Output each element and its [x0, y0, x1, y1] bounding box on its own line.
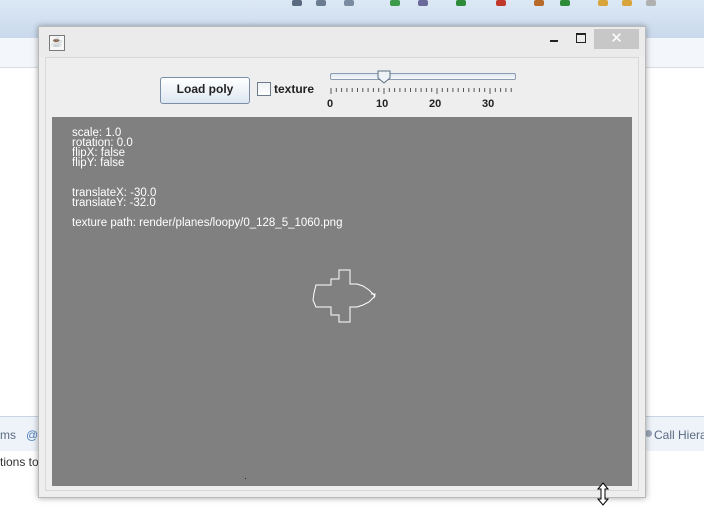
flipy-text: flipY: false: [72, 157, 125, 169]
ide-console-text: tions to: [0, 455, 39, 469]
toolbar-icon[interactable]: [344, 0, 354, 6]
load-poly-button[interactable]: Load poly: [160, 77, 250, 104]
toolbar-icon[interactable]: [534, 0, 544, 6]
texture-path-text: texture path: render/planes/loopy/0_128_…: [72, 217, 343, 229]
toolbar-icon[interactable]: [456, 0, 466, 6]
window-titlebar[interactable]: ☕ ✕: [39, 27, 645, 57]
toolbar-icon[interactable]: [390, 0, 400, 6]
translate-info: translateX: -30.0 translateY: -32.0: [72, 187, 156, 209]
translate-y-text: translateY: -32.0: [72, 197, 156, 209]
polygon-editor-window: ☕ ✕ Load poly texture 0 10 20 30 scale: …: [38, 26, 646, 498]
toolbar-icon[interactable]: [598, 0, 608, 6]
slider-ticks: [330, 88, 512, 94]
toolbar-icon[interactable]: [646, 0, 656, 6]
slider-tick-label: 20: [429, 98, 442, 110]
minimize-button[interactable]: [542, 29, 566, 49]
canvas-dot: [245, 478, 246, 479]
ide-tab-at-icon[interactable]: @: [26, 428, 38, 442]
toolbar-icon[interactable]: [292, 0, 302, 6]
plane-polygon-outline[interactable]: [307, 265, 377, 335]
toolbar-icon[interactable]: [496, 0, 506, 6]
texture-checkbox[interactable]: [257, 82, 271, 96]
toolbar-icon[interactable]: [316, 0, 326, 6]
minimize-icon: [550, 40, 558, 42]
toolbar-icon[interactable]: [418, 0, 428, 6]
ide-tab-text[interactable]: ms: [0, 428, 16, 442]
slider-track[interactable]: [330, 73, 516, 80]
slider-thumb[interactable]: [377, 70, 391, 84]
call-hierarchy-icon[interactable]: [645, 430, 652, 437]
texture-checkbox-label[interactable]: texture: [274, 82, 314, 96]
transform-info: scale: 1.0 rotation: 0.0 flipX: false fl…: [72, 127, 133, 169]
java-app-icon[interactable]: ☕: [49, 35, 65, 51]
close-button[interactable]: ✕: [594, 29, 639, 49]
slider-tick-label: 0: [327, 98, 334, 110]
window-content: Load poly texture 0 10 20 30 scale: 1.0 …: [45, 57, 639, 491]
slider-tick-label: 30: [482, 98, 495, 110]
scale-slider[interactable]: 0 10 20 30: [327, 70, 520, 116]
slider-tick-label: 10: [376, 98, 389, 110]
vertical-resize-cursor-icon: [597, 482, 609, 506]
maximize-button[interactable]: [569, 29, 593, 49]
polygon-canvas[interactable]: scale: 1.0 rotation: 0.0 flipX: false fl…: [52, 117, 632, 486]
close-icon: ✕: [610, 30, 623, 47]
toolbar-icon[interactable]: [622, 0, 632, 6]
ide-tab-call-hierarchy[interactable]: Call Hiera: [654, 428, 704, 442]
maximize-icon: [576, 33, 586, 43]
toolbar-icon[interactable]: [560, 0, 570, 6]
